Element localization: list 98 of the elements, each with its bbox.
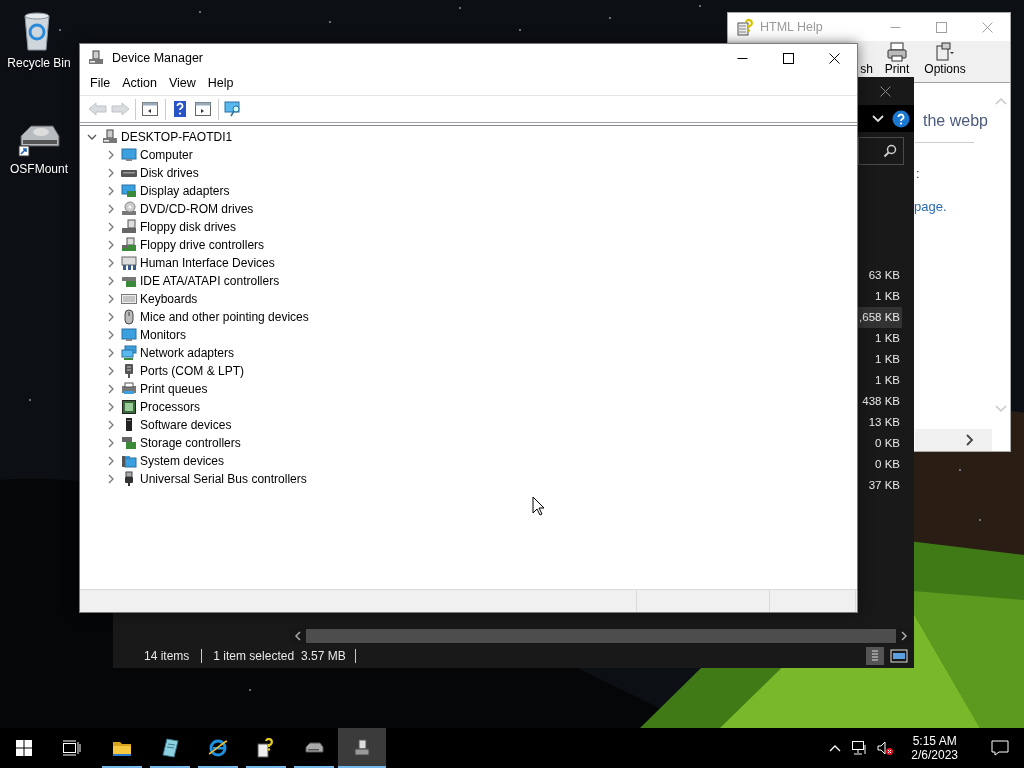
help-file-icon (256, 738, 276, 758)
disc-drive-icon (121, 201, 137, 217)
help-file-icon (736, 18, 754, 36)
toolbar-button[interactable]: Options (921, 41, 969, 76)
monitor-icon (121, 327, 137, 343)
back-arrow-icon (88, 100, 107, 118)
network-icon[interactable] (851, 740, 868, 756)
monitor-icon (121, 147, 137, 163)
icon-label[interactable]: Recycle Bin (7, 56, 71, 71)
tree-item[interactable]: Storage controllers (140, 435, 241, 451)
mouse-icon (121, 309, 137, 325)
tree-item[interactable]: Monitors (140, 327, 186, 343)
system-device-icon (121, 453, 137, 469)
page-link[interactable]: page. (914, 198, 992, 215)
tree-item[interactable]: Human Interface Devices (140, 255, 275, 271)
chevron-down-icon[interactable] (872, 114, 884, 123)
preview-view-icon[interactable] (890, 647, 908, 665)
notebook-icon (160, 738, 180, 758)
windows-logo-icon (16, 740, 32, 756)
heading-text: the webp (923, 111, 989, 131)
tree-item[interactable]: Network adapters (140, 345, 235, 361)
device-manager-icon (352, 738, 372, 758)
keyboard-icon (121, 291, 137, 307)
maximize-icon (935, 21, 947, 33)
tree-item[interactable]: Mice and other pointing devices (140, 309, 309, 325)
size-cell-text: 1 KB (874, 330, 901, 346)
status-text: 14 items (144, 648, 190, 664)
mouse-pointer-icon (532, 496, 545, 516)
window-title: Device Manager (112, 50, 203, 66)
menu-item[interactable]: Help (201, 76, 240, 91)
tree-item[interactable]: Ports (COM & LPT) (140, 363, 244, 379)
horizontal-scrollbar[interactable] (915, 429, 992, 451)
size-cell-text: 0 KB (874, 435, 901, 451)
chip-icon (121, 399, 137, 415)
task-view-icon (63, 740, 81, 756)
keypad-icon (121, 255, 137, 271)
network-adapter-icon (121, 345, 137, 361)
status-text: 1 item selected (201, 648, 295, 664)
menu-item[interactable]: View (162, 76, 202, 91)
size-cell-text: 1 KB (874, 372, 901, 388)
tree-item[interactable]: DVD/CD-ROM drives (140, 201, 254, 217)
size-cell-text: 1 KB (874, 351, 901, 367)
printer-icon (887, 41, 907, 62)
pane-toggle-icon (194, 100, 213, 118)
close-icon (981, 21, 993, 33)
scroll-right-icon[interactable] (966, 434, 974, 446)
tree-item[interactable]: IDE ATA/ATAPI controllers (140, 273, 280, 289)
clock-date[interactable]: 2/6/2023 (911, 748, 958, 763)
clock-time[interactable]: 5:15 AM (912, 733, 957, 748)
speech-bubble-icon (991, 740, 1009, 756)
help-icon[interactable] (892, 109, 910, 128)
tree-item[interactable]: Universal Serial Bus controllers (140, 471, 307, 487)
floppy-drive-icon (121, 219, 137, 235)
size-cell-text: 13 KB (867, 414, 901, 430)
size-cell-text: 37 KB (867, 477, 901, 493)
tree-item[interactable]: Display adapters (140, 183, 230, 199)
printer-icon (121, 381, 137, 397)
size-cell-text: 438 KB (861, 393, 901, 409)
details-view-icon[interactable] (866, 647, 884, 665)
tree-item[interactable]: Print queues (140, 381, 208, 397)
show-hidden-icons-button[interactable] (829, 744, 842, 752)
body-text: : (916, 166, 921, 182)
volume-muted-icon[interactable] (877, 740, 894, 756)
computer-icon (102, 129, 118, 145)
forward-arrow-icon (111, 100, 130, 118)
search-field[interactable] (858, 137, 904, 165)
tree-item[interactable]: Keyboards (140, 291, 198, 307)
storage-controller-icon (121, 435, 137, 451)
tree-item[interactable]: Computer (140, 147, 193, 163)
size-cell: ,658 KB (857, 307, 902, 328)
browser-icon (208, 738, 228, 758)
pane-toggle-icon (141, 100, 160, 118)
close-icon (879, 85, 891, 97)
tree-item[interactable]: Floppy disk drives (140, 219, 237, 235)
controller-card-icon (121, 237, 137, 253)
icon-label[interactable]: OSFMount (10, 162, 68, 177)
size-cell-text: 1 KB (874, 288, 901, 304)
tree-item[interactable]: Software devices (140, 417, 232, 433)
close-icon (828, 52, 840, 64)
chevron-down-icon (87, 132, 97, 142)
toolbar-button[interactable]: sh (858, 61, 873, 76)
search-icon (883, 144, 897, 158)
maximize-icon (782, 52, 794, 64)
tree-item[interactable]: Disk drives (140, 165, 199, 181)
monitor-scan-icon (224, 100, 243, 118)
toolbar-button[interactable]: Print (873, 41, 921, 76)
menu-item[interactable]: Action (116, 76, 163, 91)
status-text: 3.57 MB (301, 648, 356, 664)
window-title: HTML Help (760, 19, 823, 35)
tree-item[interactable]: System devices (140, 453, 225, 469)
device-manager-icon (88, 50, 104, 66)
tree-item[interactable]: DESKTOP-FAOTDI1 (121, 129, 233, 145)
display-adapter-icon (121, 183, 137, 199)
tree-item[interactable]: Processors (140, 399, 201, 415)
size-cell-text: 63 KB (867, 267, 901, 283)
size-cell-text: 0 KB (874, 456, 901, 472)
menu-item[interactable]: File (84, 76, 117, 91)
tree-item[interactable]: Floppy drive controllers (140, 237, 265, 253)
